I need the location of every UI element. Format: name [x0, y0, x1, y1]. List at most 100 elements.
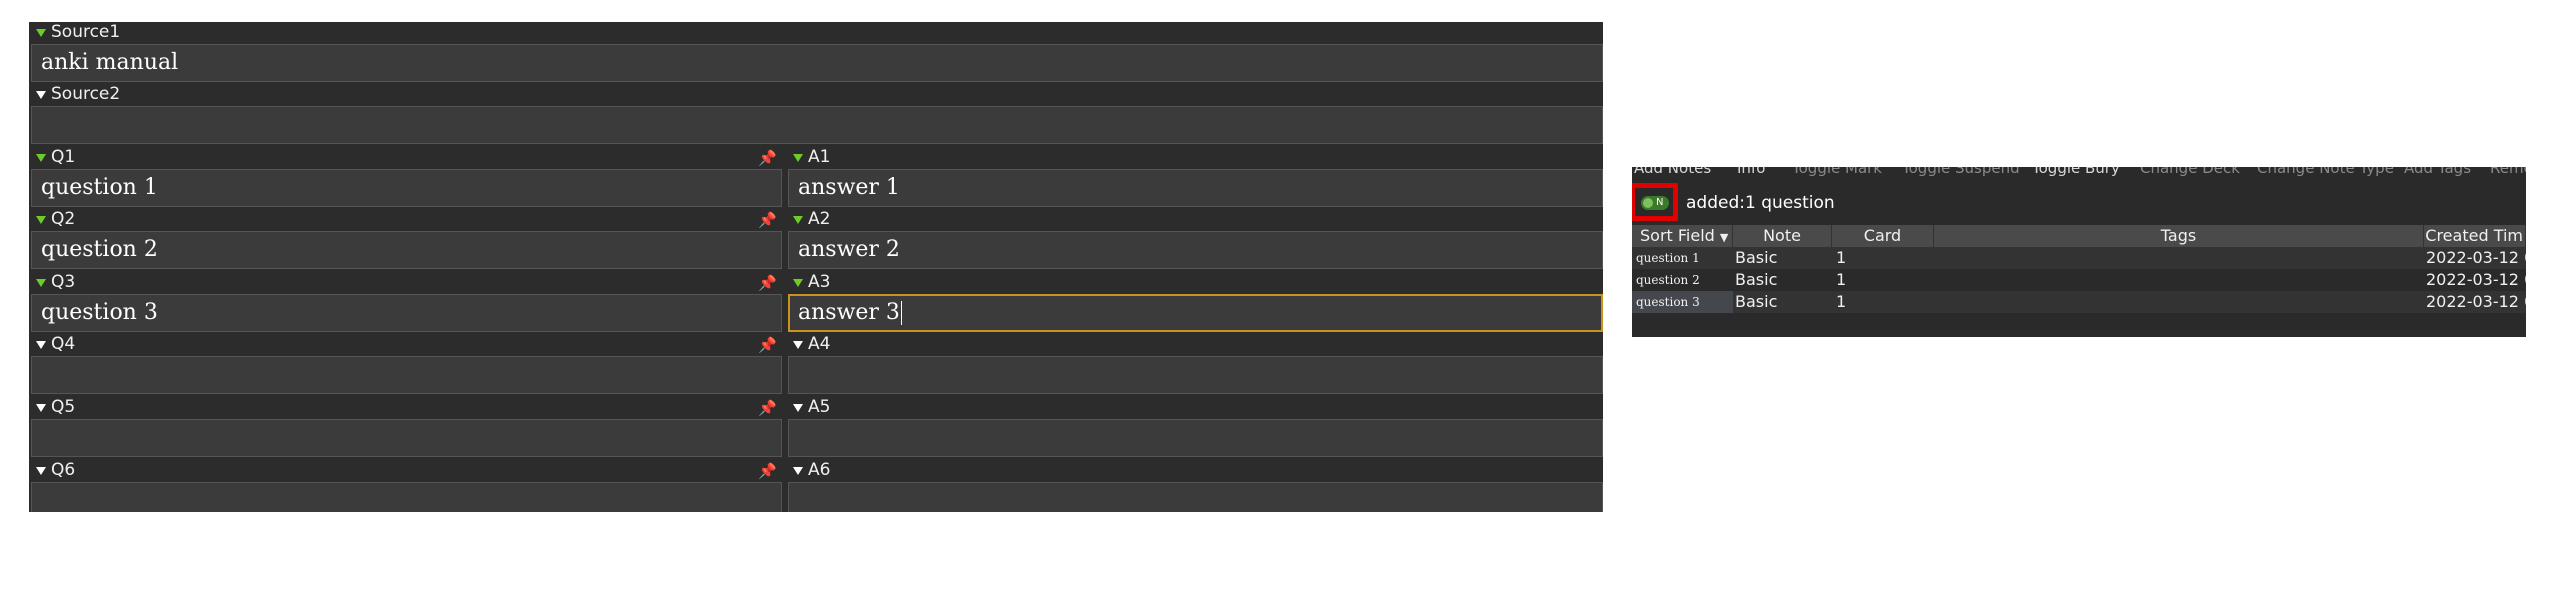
table-row[interactable]: question 1 Basic 1 2022-03-12 0	[1632, 247, 2526, 269]
cell-sort-field: question 2	[1636, 273, 1700, 287]
collapse-triangle-icon[interactable]	[36, 153, 46, 162]
collapse-triangle-icon[interactable]	[36, 90, 46, 99]
column-header-label: Sort Field	[1640, 226, 1715, 245]
collapse-triangle-icon[interactable]	[36, 403, 46, 412]
field-input-q5[interactable]	[31, 419, 782, 457]
field-input-q3[interactable]: question 3	[31, 294, 782, 332]
column-header-card[interactable]: Card	[1832, 225, 1934, 247]
cell-created: 2022-03-12 0	[2426, 248, 2526, 267]
menu-change-deck[interactable]: Change Deck	[2140, 167, 2240, 177]
field-a1: A1 answer 1	[786, 147, 1603, 209]
collapse-triangle-icon[interactable]	[36, 28, 46, 37]
field-label[interactable]: Source2	[29, 84, 1603, 105]
field-input-source2[interactable]	[31, 106, 1603, 144]
cell-tags	[1936, 247, 2416, 269]
collapse-triangle-icon[interactable]	[36, 340, 46, 349]
field-label[interactable]: A2	[786, 209, 1603, 230]
cards-notes-toggle[interactable]: N	[1641, 196, 1669, 210]
menu-change-note-type[interactable]: Change Note Type	[2257, 167, 2394, 177]
toggle-label: N	[1656, 197, 1664, 208]
field-label[interactable]: Q5	[29, 397, 782, 418]
collapse-triangle-icon[interactable]	[793, 153, 803, 162]
field-input-a1[interactable]: answer 1	[788, 169, 1603, 207]
column-header-note[interactable]: Note	[1733, 225, 1832, 247]
collapse-triangle-icon[interactable]	[793, 466, 803, 475]
cell-card: 1	[1836, 292, 1847, 311]
card-browser: Add Notes Info Toggle Mark Toggle Suspen…	[1632, 167, 2526, 337]
field-input-q1[interactable]: question 1	[31, 169, 782, 207]
sort-desc-icon: ▼	[1719, 231, 1729, 244]
field-text: answer 3	[798, 300, 900, 325]
field-label[interactable]: A6	[786, 460, 1603, 481]
pin-icon[interactable]: 📌	[758, 336, 777, 354]
menu-toggle-mark[interactable]: Toggle Mark	[1792, 167, 1882, 177]
field-input-a5[interactable]	[788, 419, 1603, 457]
field-q2: Q2 📌 question 2	[29, 209, 782, 271]
results-table: Sort Field ▼ Note Card Tags Created Tim …	[1632, 225, 2526, 337]
field-label[interactable]: Q2	[29, 209, 782, 230]
field-label[interactable]: A5	[786, 397, 1603, 418]
field-label[interactable]: A1	[786, 147, 1603, 168]
collapse-triangle-icon[interactable]	[793, 403, 803, 412]
field-q5: Q5 📌	[29, 397, 782, 459]
field-input-q6[interactable]	[31, 482, 782, 512]
field-a2: A2 answer 2	[786, 209, 1603, 271]
collapse-triangle-icon[interactable]	[793, 340, 803, 349]
pin-icon[interactable]: 📌	[758, 149, 777, 167]
field-label[interactable]: Source1	[29, 22, 1603, 43]
column-header-created[interactable]: Created Tim	[2424, 225, 2526, 247]
field-label[interactable]: Q1	[29, 147, 782, 168]
cell-note: Basic	[1735, 292, 1778, 311]
table-row[interactable]: question 2 Basic 1 2022-03-12 0	[1632, 269, 2526, 291]
collapse-triangle-icon[interactable]	[793, 215, 803, 224]
field-source1: Source1 anki manual	[29, 22, 1603, 84]
field-label[interactable]: A4	[786, 334, 1603, 355]
field-input-source1[interactable]: anki manual	[31, 44, 1603, 82]
menu-toggle-bury[interactable]: Toggle Bury	[2032, 167, 2120, 177]
cell-card: 1	[1836, 248, 1847, 267]
field-input-q4[interactable]	[31, 356, 782, 394]
collapse-triangle-icon[interactable]	[36, 278, 46, 287]
cell-created: 2022-03-12 0	[2426, 292, 2526, 311]
collapse-triangle-icon[interactable]	[793, 278, 803, 287]
field-label[interactable]: Q4	[29, 334, 782, 355]
field-input-a4[interactable]	[788, 356, 1603, 394]
toggle-knob	[1643, 198, 1653, 208]
cell-created: 2022-03-12 0	[2426, 270, 2526, 289]
field-q3: Q3 📌 question 3	[29, 272, 782, 334]
field-input-a6[interactable]	[788, 482, 1603, 512]
field-label[interactable]: Q3	[29, 272, 782, 293]
menu-add-notes[interactable]: Add Notes	[1634, 167, 1711, 177]
field-input-a3[interactable]: answer 3	[788, 294, 1603, 332]
field-q1: Q1 📌 question 1	[29, 147, 782, 209]
field-label[interactable]: A3	[786, 272, 1603, 293]
menu-info[interactable]: Info	[1737, 167, 1765, 177]
collapse-triangle-icon[interactable]	[36, 466, 46, 475]
field-a5: A5	[786, 397, 1603, 459]
table-row[interactable]: question 3 Basic 1 2022-03-12 0	[1632, 291, 2526, 313]
pin-icon[interactable]: 📌	[758, 274, 777, 292]
pin-icon[interactable]: 📌	[758, 211, 777, 229]
note-editor: Source1 anki manual Source2 Q1 📌 questio…	[29, 22, 1603, 512]
field-input-a2[interactable]: answer 2	[788, 231, 1603, 269]
pin-icon[interactable]: 📌	[758, 462, 777, 480]
field-a3: A3 answer 3	[786, 272, 1603, 334]
field-source2: Source2	[29, 84, 1603, 146]
column-header-sort-field[interactable]: Sort Field ▼	[1632, 225, 1733, 247]
field-q6: Q6 📌	[29, 460, 782, 512]
field-input-q2[interactable]: question 2	[31, 231, 782, 269]
column-header-tags[interactable]: Tags	[1934, 225, 2424, 247]
menu-toggle-suspend[interactable]: Toggle Suspend	[1902, 167, 2020, 177]
menu-add-tags[interactable]: Add Tags	[2404, 167, 2471, 177]
cell-sort-field: question 1	[1636, 251, 1700, 265]
text-caret	[900, 301, 902, 325]
field-a4: A4	[786, 334, 1603, 396]
collapse-triangle-icon[interactable]	[36, 215, 46, 224]
cell-tags	[1936, 291, 2416, 313]
field-label[interactable]: Q6	[29, 460, 782, 481]
cell-tags	[1936, 269, 2416, 291]
menu-remove-tags[interactable]: Remove Tags	[2490, 167, 2526, 177]
cell-note: Basic	[1735, 248, 1778, 267]
pin-icon[interactable]: 📌	[758, 399, 777, 417]
search-input[interactable]: added:1 question	[1682, 191, 2526, 215]
